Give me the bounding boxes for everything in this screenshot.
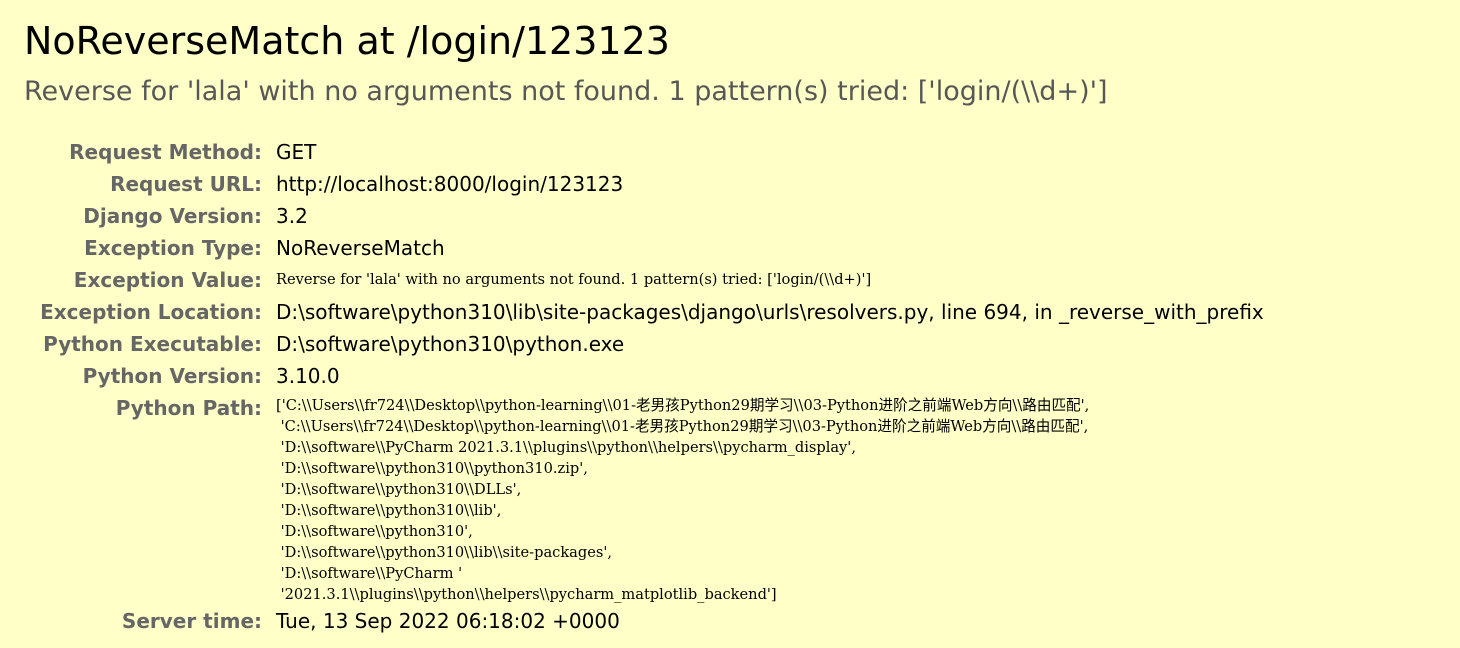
error-message: Reverse for 'lala' with no arguments not… bbox=[24, 76, 1108, 107]
error-summary: NoReverseMatch at /login/123123 Reverse … bbox=[24, 16, 1460, 633]
meta-row-django-version: Django Version: 3.2 bbox=[24, 200, 1264, 232]
python-path-entry: 'C:\\Users\\fr724\\Desktop\\python-learn… bbox=[276, 418, 1089, 435]
python-path-entry: 'D:\\software\\python310\\lib\\site-pack… bbox=[276, 544, 612, 561]
python-path-entry: ['C:\\Users\\fr724\\Desktop\\python-lear… bbox=[276, 397, 1090, 414]
meta-row-exception-location: Exception Location: D:\software\python31… bbox=[24, 296, 1264, 328]
python-path-list: ['C:\\Users\\fr724\\Desktop\\python-lear… bbox=[276, 392, 1264, 605]
meta-value: GET bbox=[276, 140, 317, 164]
meta-label: Server time: bbox=[121, 609, 262, 633]
error-title: NoReverseMatch at /login/123123 bbox=[24, 19, 670, 63]
meta-row-request-method: Request Method: GET bbox=[24, 136, 1264, 168]
python-path-block: ['C:\\Users\\fr724\\Desktop\\python-lear… bbox=[276, 392, 1264, 605]
meta-value: 3.2 bbox=[276, 204, 308, 228]
meta-label: Python Executable: bbox=[43, 332, 262, 356]
meta-label: Exception Location: bbox=[40, 300, 262, 324]
request-meta-table: Request Method: GET Request URL: http://… bbox=[24, 136, 1264, 637]
meta-value: D:\software\python310\python.exe bbox=[276, 332, 625, 356]
python-path-entry: '2021.3.1\\plugins\\python\\helpers\\pyc… bbox=[276, 586, 777, 603]
meta-row-server-time: Server time: Tue, 13 Sep 2022 06:18:02 +… bbox=[24, 605, 1264, 637]
meta-row-exception-type: Exception Type: NoReverseMatch bbox=[24, 232, 1264, 264]
meta-row-request-url: Request URL: http://localhost:8000/login… bbox=[24, 168, 1264, 200]
meta-value: 3.10.0 bbox=[276, 364, 340, 388]
meta-row-python-path: Python Path: ['C:\\Users\\fr724\\Desktop… bbox=[24, 392, 1264, 605]
meta-row-python-executable: Python Executable: D:\software\python310… bbox=[24, 328, 1264, 360]
python-path-entry: 'D:\\software\\python310\\python310.zip'… bbox=[276, 460, 588, 477]
meta-value: Tue, 13 Sep 2022 06:18:02 +0000 bbox=[276, 609, 620, 633]
meta-label: Exception Type: bbox=[84, 236, 262, 260]
python-path-entry: 'D:\\software\\PyCharm ' bbox=[276, 565, 463, 582]
meta-row-exception-value: Exception Value: Reverse for 'lala' with… bbox=[24, 264, 1264, 296]
meta-label: Python Path: bbox=[115, 396, 262, 420]
meta-label: Python Version: bbox=[82, 364, 262, 388]
meta-label: Exception Value: bbox=[73, 268, 262, 292]
meta-value: Reverse for 'lala' with no arguments not… bbox=[276, 271, 872, 288]
meta-value: http://localhost:8000/login/123123 bbox=[276, 172, 624, 196]
meta-label: Request URL: bbox=[110, 172, 262, 196]
meta-value: D:\software\python310\lib\site-packages\… bbox=[276, 300, 1264, 324]
python-path-entry: 'D:\\software\\PyCharm 2021.3.1\\plugins… bbox=[276, 439, 856, 456]
python-path-entry: 'D:\\software\\python310\\DLLs', bbox=[276, 481, 522, 498]
meta-row-python-version: Python Version: 3.10.0 bbox=[24, 360, 1264, 392]
meta-value: NoReverseMatch bbox=[276, 236, 445, 260]
meta-label: Request Method: bbox=[69, 140, 262, 164]
meta-label: Django Version: bbox=[83, 204, 262, 228]
python-path-entry: 'D:\\software\\python310\\lib', bbox=[276, 502, 502, 519]
python-path-entry: 'D:\\software\\python310', bbox=[276, 523, 473, 540]
